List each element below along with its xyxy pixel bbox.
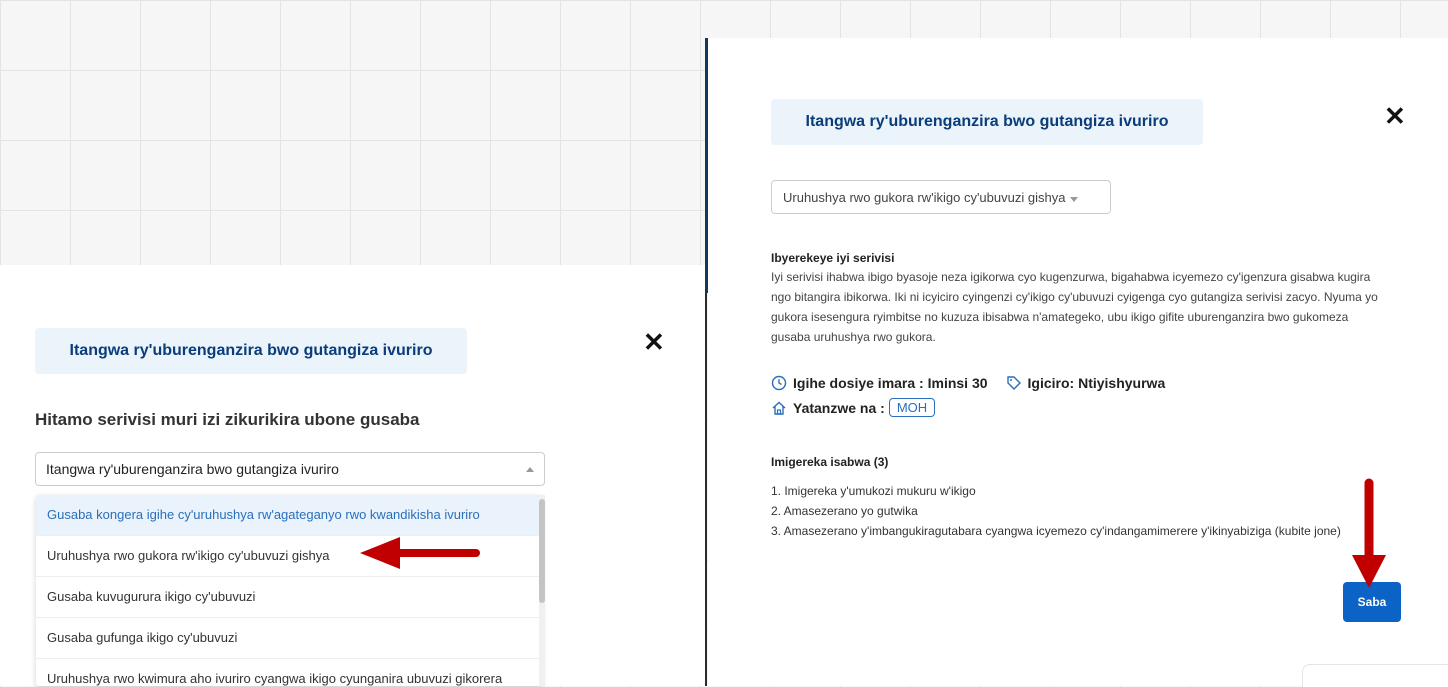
service-dropdown: Gusaba kongera igihe cy'uruhushya rw'aga… — [36, 495, 542, 686]
description-body: Iyi serivisi ihabwa ibigo byasoje neza i… — [771, 270, 1378, 344]
dropdown-option[interactable]: Gusaba kongera igihe cy'uruhushya rw'aga… — [36, 495, 542, 536]
chevron-down-icon — [1070, 196, 1079, 202]
modal-title: Itangwa ry'uburenganzira bwo gutangiza i… — [35, 328, 467, 374]
tag-icon — [1006, 376, 1021, 390]
clock-icon — [771, 375, 787, 391]
home-icon — [772, 401, 786, 415]
requirement-item: 3. Amasezerano y'imbangukiragutabara cya… — [771, 524, 1341, 538]
requirements-heading: Imigereka isabwa (3) — [771, 455, 889, 469]
corner-widget — [1302, 664, 1448, 687]
service-select-value: Itangwa ry'uburenganzira bwo gutangiza i… — [46, 461, 339, 477]
requirement-item: 1. Imigereka y'umukozi mukuru w'ikigo — [771, 484, 976, 498]
provider-label: Yatanzwe na : — [793, 399, 885, 416]
close-icon[interactable]: ✕ — [643, 329, 665, 355]
left-modal: Itangwa ry'uburenganzira bwo gutangiza i… — [0, 265, 705, 686]
modal-title: Itangwa ry'uburenganzira bwo gutangiza i… — [771, 99, 1203, 145]
service-prompt: Hitamo serivisi muri izi zikurikira ubon… — [35, 410, 420, 429]
meta-row-provider: Yatanzwe na : MOH — [771, 398, 936, 417]
dropdown-scrollbar[interactable] — [539, 495, 545, 686]
panel-divider-lower — [705, 293, 707, 686]
provider-badge: MOH — [888, 398, 936, 417]
dropdown-option[interactable]: Uruhushya rwo kwimura aho ivuriro cyangw… — [36, 659, 542, 686]
service-select[interactable]: Uruhushya rwo gukora rw'ikigo cy'ubuvuzi… — [771, 180, 1111, 214]
dropdown-option[interactable]: Gusaba gufunga ikigo cy'ubuvuzi — [36, 618, 542, 659]
meta-row-duration: Igihe dosiye imara : Iminsi 30 Igiciro: … — [771, 375, 1165, 391]
service-select[interactable]: Itangwa ry'uburenganzira bwo gutangiza i… — [35, 452, 545, 486]
requirements-list: 1. Imigereka y'umukozi mukuru w'ikigo 2.… — [771, 481, 1371, 541]
service-select-value: Uruhushya rwo gukora rw'ikigo cy'ubuvuzi… — [783, 189, 1066, 205]
requirement-item: 2. Amasezerano yo gutwika — [771, 504, 918, 518]
chevron-up-icon — [526, 467, 534, 472]
dropdown-option[interactable]: Uruhushya rwo gukora rw'ikigo cy'ubuvuzi… — [36, 536, 542, 577]
right-modal: Itangwa ry'uburenganzira bwo gutangiza i… — [708, 38, 1448, 686]
price-text: Igiciro: Ntiyishyurwa — [1027, 375, 1166, 391]
description-heading: Ibyerekeye iyi serivisi — [771, 251, 895, 265]
duration-text: Igihe dosiye imara : Iminsi 30 — [793, 375, 988, 391]
close-icon[interactable]: ✕ — [1384, 103, 1406, 129]
scrollbar-thumb[interactable] — [539, 499, 545, 603]
submit-button[interactable]: Saba — [1343, 582, 1401, 622]
dropdown-option[interactable]: Gusaba kuvugurura ikigo cy'ubuvuzi — [36, 577, 542, 618]
